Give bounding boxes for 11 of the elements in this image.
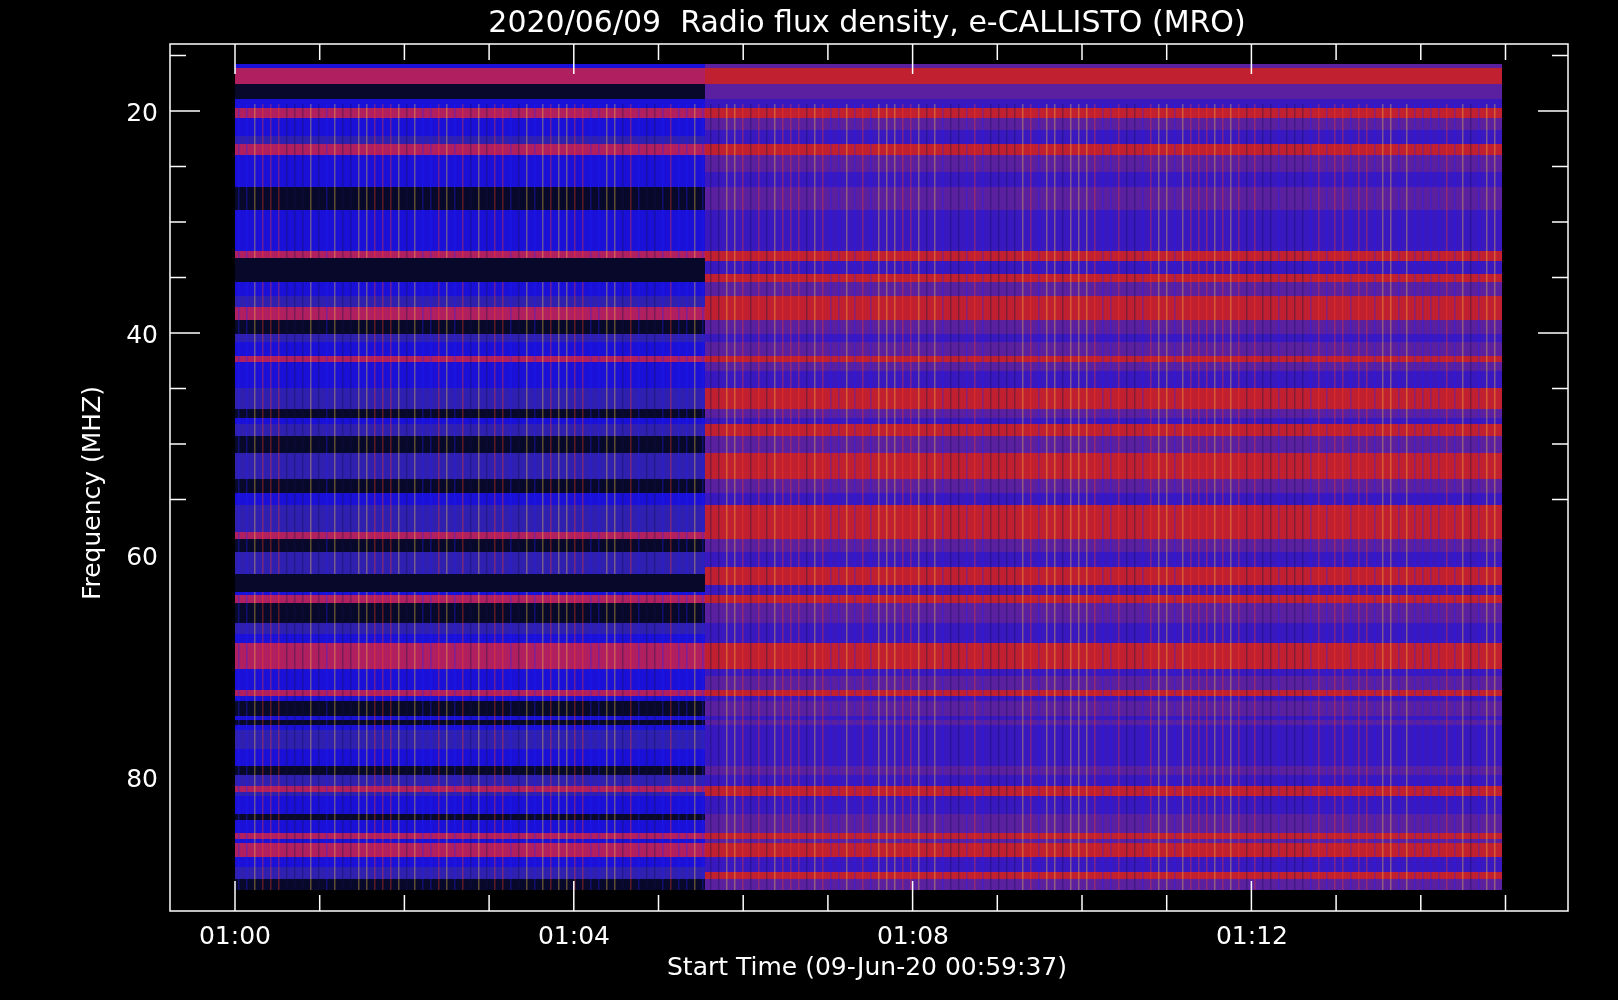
- y-tick-label: 40: [126, 320, 158, 349]
- x-axis-label: Start Time (09-Jun-20 00:59:37): [667, 952, 1067, 981]
- x-tick-label: 01:12: [1216, 921, 1288, 950]
- y-tick-label: 80: [126, 764, 158, 793]
- chart-title: 2020/06/09 Radio flux density, e-CALLISTO (MRO): [488, 4, 1246, 39]
- x-tick-label: 01:04: [538, 921, 610, 950]
- x-tick-label: 01:08: [877, 921, 949, 950]
- y-tick-label: 60: [126, 542, 158, 571]
- y-axis-label: Frequency (MHZ): [77, 385, 106, 601]
- y-tick-label: 20: [126, 98, 158, 127]
- x-tick-label: 01:00: [199, 921, 271, 950]
